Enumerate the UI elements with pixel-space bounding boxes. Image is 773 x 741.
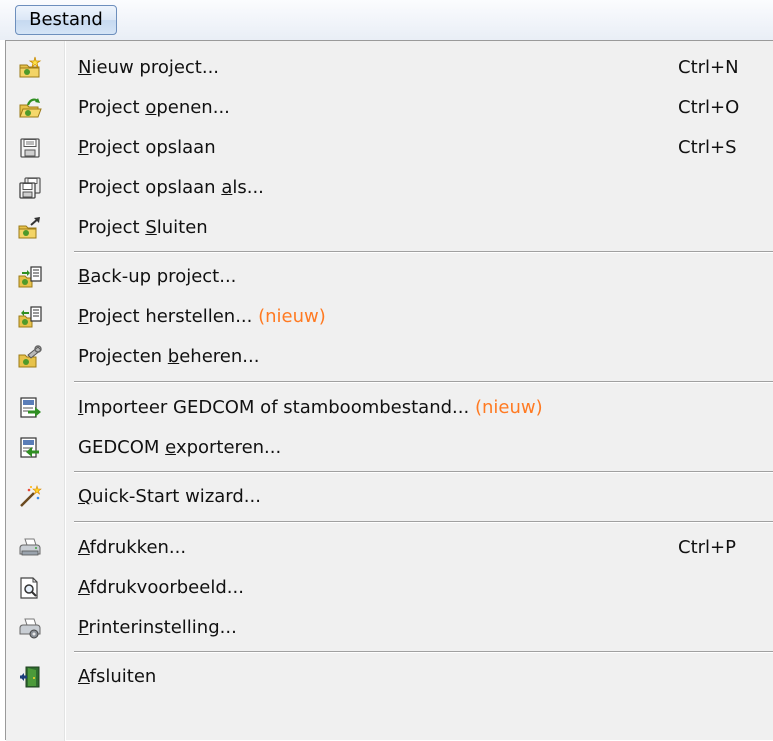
menu-item-label: Project opslaan bbox=[78, 137, 216, 158]
export-icon bbox=[18, 436, 42, 460]
menu-item-label: Project herstellen... (nieuw) bbox=[78, 306, 326, 327]
wizard-wand-icon bbox=[18, 485, 42, 509]
menu-item-label: Nieuw project... bbox=[78, 57, 220, 78]
menu-item-label: Project Sluiten bbox=[78, 217, 208, 238]
menu-item-gedcom-exporteren[interactable]: GEDCOM exporteren... bbox=[6, 428, 773, 468]
menu-item-afsluiten[interactable]: Afsluiten bbox=[6, 657, 773, 697]
menu-item-label: Importeer GEDCOM of stamboombestand... (… bbox=[78, 397, 543, 418]
exit-icon bbox=[18, 665, 42, 689]
menu-item-label: Projecten beheren... bbox=[78, 346, 260, 367]
menu-item-label: Back-up project... bbox=[78, 266, 237, 287]
menu-item-projecten-beheren[interactable]: Projecten beheren... bbox=[6, 337, 773, 377]
menu-item-quick-start-wizard[interactable]: Quick-Start wizard... bbox=[6, 477, 773, 517]
save-as-icon bbox=[18, 176, 42, 200]
menu-item-label: Afdrukvoorbeeld... bbox=[78, 577, 244, 598]
manage-projects-icon bbox=[18, 345, 42, 369]
restore-icon bbox=[18, 305, 42, 329]
menu-item-label: Printerinstelling... bbox=[78, 617, 237, 638]
menu-separator bbox=[74, 471, 773, 473]
printer-icon bbox=[18, 536, 42, 560]
shortcut-label: Ctrl+N bbox=[678, 57, 739, 78]
import-icon bbox=[18, 396, 42, 420]
menu-item-label: Afdrukken... bbox=[78, 537, 187, 558]
print-preview-icon bbox=[18, 576, 42, 600]
menu-item-importeer-gedcom[interactable]: Importeer GEDCOM of stamboombestand... (… bbox=[6, 388, 773, 428]
menu-item-project-opslaan-als[interactable]: Project opslaan als... bbox=[6, 168, 773, 208]
menu-item-project-herstellen[interactable]: Project herstellen... (nieuw) bbox=[6, 297, 773, 337]
menu-item-label: Project openen... bbox=[78, 97, 230, 118]
menu-item-project-openen[interactable]: Project openen... Ctrl+O bbox=[6, 88, 773, 128]
close-project-icon bbox=[18, 216, 42, 240]
menu-item-project-opslaan[interactable]: Project opslaan Ctrl+S bbox=[6, 128, 773, 168]
menu-item-nieuw-project[interactable]: Nieuw project... Ctrl+N bbox=[6, 48, 773, 88]
menu-item-afdrukvoorbeeld[interactable]: Afdrukvoorbeeld... bbox=[6, 568, 773, 608]
file-menu-dropdown: Nieuw project... Ctrl+N Project openen..… bbox=[5, 40, 773, 741]
menu-item-label: GEDCOM exporteren... bbox=[78, 437, 282, 458]
menu-separator bbox=[74, 251, 773, 253]
new-badge: (nieuw) bbox=[258, 306, 326, 327]
menu-item-back-up-project[interactable]: Back-up project... bbox=[6, 257, 773, 297]
menu-bestand-button[interactable]: Bestand bbox=[15, 5, 117, 35]
new-badge: (nieuw) bbox=[474, 397, 543, 418]
menu-separator bbox=[74, 651, 773, 653]
shortcut-label: Ctrl+S bbox=[678, 137, 737, 158]
save-icon bbox=[18, 136, 42, 160]
menu-item-label: Quick-Start wizard... bbox=[78, 486, 261, 507]
menu-item-label: Project opslaan als... bbox=[78, 177, 264, 198]
menubar: Bestand bbox=[0, 0, 773, 40]
menu-item-project-sluiten[interactable]: Project Sluiten bbox=[6, 208, 773, 248]
menu-separator bbox=[74, 521, 773, 523]
open-project-icon bbox=[18, 96, 42, 120]
backup-icon bbox=[18, 265, 42, 289]
new-project-icon bbox=[18, 56, 42, 80]
menu-item-label: Afsluiten bbox=[78, 666, 157, 687]
shortcut-label: Ctrl+O bbox=[678, 97, 740, 118]
printer-settings-icon bbox=[18, 616, 42, 640]
menu-item-printerinstelling[interactable]: Printerinstelling... bbox=[6, 608, 773, 648]
shortcut-label: Ctrl+P bbox=[678, 537, 736, 558]
menu-item-afdrukken[interactable]: Afdrukken... Ctrl+P bbox=[6, 528, 773, 568]
menu-separator bbox=[74, 381, 773, 383]
